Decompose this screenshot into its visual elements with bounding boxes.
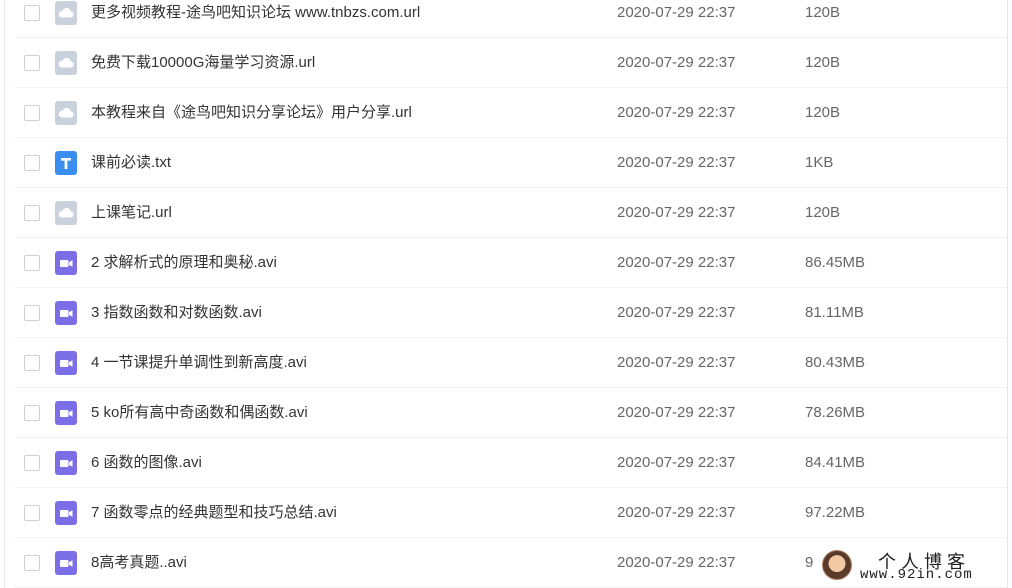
select-checkbox[interactable] (24, 405, 40, 421)
file-size: 120B (805, 54, 841, 71)
modified-date: 2020-07-29 22:37 (617, 404, 736, 421)
modified-date: 2020-07-29 22:37 (617, 154, 736, 171)
select-checkbox[interactable] (24, 455, 40, 471)
modified-date: 2020-07-29 22:37 (617, 354, 736, 371)
select-checkbox[interactable] (24, 305, 40, 321)
select-checkbox[interactable] (24, 555, 40, 571)
file-row[interactable]: 2 求解析式的原理和奥秘.avi 2020-07-29 22:37 86.45MB (5, 238, 1007, 288)
file-list: 更多视频教程-途鸟吧知识论坛 www.tnbzs.com.url 2020-07-… (5, 0, 1007, 588)
file-size: 80.43MB (805, 354, 866, 371)
select-checkbox[interactable] (24, 155, 40, 171)
select-checkbox[interactable] (24, 105, 40, 121)
video-file-icon[interactable] (55, 351, 77, 375)
modified-date: 2020-07-29 22:37 (617, 104, 736, 121)
select-checkbox[interactable] (24, 505, 40, 521)
link-file-icon[interactable] (55, 51, 77, 75)
modified-date: 2020-07-29 22:37 (617, 454, 736, 471)
file-row[interactable]: 上课笔记.url 2020-07-29 22:37 120B (5, 188, 1007, 238)
modified-date: 2020-07-29 22:37 (617, 254, 736, 271)
file-row[interactable]: 免费下载10000G海量学习资源.url 2020-07-29 22:37 120B (5, 38, 1007, 88)
select-checkbox[interactable] (24, 55, 40, 71)
video-file-icon[interactable] (55, 451, 77, 475)
file-size: 81.11MB (805, 304, 864, 321)
video-file-icon[interactable] (55, 301, 77, 325)
modified-date: 2020-07-29 22:37 (617, 304, 736, 321)
file-row[interactable]: 7 函数零点的经典题型和技巧总结.avi 2020-07-29 22:37 97.2… (5, 488, 1007, 538)
file-size: 120B (805, 4, 841, 21)
modified-date: 2020-07-29 22:37 (617, 54, 736, 71)
file-size: 86.45MB (805, 254, 866, 271)
file-name[interactable]: 更多视频教程-途鸟吧知识论坛 www.tnbzs.com.url (91, 3, 420, 23)
file-name[interactable]: 3 指数函数和对数函数.avi (91, 303, 262, 323)
file-row[interactable]: 4 一节课提升单调性到新高度.avi 2020-07-29 22:37 80.43M… (5, 338, 1007, 388)
file-row[interactable]: 6 函数的图像.avi 2020-07-29 22:37 84.41MB (5, 438, 1007, 488)
file-row[interactable]: 课前必读.txt 2020-07-29 22:37 1KB (5, 138, 1007, 188)
file-name[interactable]: 2 求解析式的原理和奥秘.avi (91, 253, 277, 273)
select-checkbox[interactable] (24, 205, 40, 221)
file-name[interactable]: 4 一节课提升单调性到新高度.avi (91, 353, 307, 373)
file-size: 78.26MB (805, 404, 866, 421)
video-file-icon[interactable] (55, 501, 77, 525)
file-name[interactable]: 上课笔记.url (91, 203, 172, 223)
file-size: 84.41MB (805, 454, 866, 471)
modified-date: 2020-07-29 22:37 (617, 204, 736, 221)
file-name[interactable]: 5 ko所有高中奇函数和偶函数.avi (91, 403, 308, 423)
video-file-icon[interactable] (55, 251, 77, 275)
file-row[interactable]: 3 指数函数和对数函数.avi 2020-07-29 22:37 81.11MB (5, 288, 1007, 338)
file-row[interactable]: 本教程来自《途鸟吧知识分享论坛》用户分享.url 2020-07-29 22:37… (5, 88, 1007, 138)
file-size: 1KB (805, 154, 834, 171)
modified-date: 2020-07-29 22:37 (617, 4, 736, 21)
select-checkbox[interactable] (24, 355, 40, 371)
avatar (822, 550, 852, 580)
file-size: 97.22MB (805, 504, 866, 521)
video-file-icon[interactable] (55, 401, 77, 425)
file-row[interactable]: 5 ko所有高中奇函数和偶函数.avi 2020-07-29 22:37 78.26… (5, 388, 1007, 438)
file-name[interactable]: 课前必读.txt (91, 153, 171, 173)
file-size: 120B (805, 204, 841, 221)
select-checkbox[interactable] (24, 255, 40, 271)
list-right-border (1007, 0, 1008, 588)
file-name[interactable]: 8高考真题..avi (91, 553, 187, 573)
modified-date: 2020-07-29 22:37 (617, 504, 736, 521)
file-name[interactable]: 7 函数零点的经典题型和技巧总结.avi (91, 503, 337, 523)
file-name[interactable]: 免费下载10000G海量学习资源.url (91, 53, 315, 73)
select-checkbox[interactable] (24, 5, 40, 21)
watermark-url: www.92in.com (860, 567, 973, 583)
text-file-icon[interactable] (55, 151, 77, 175)
file-row[interactable]: 更多视频教程-途鸟吧知识论坛 www.tnbzs.com.url 2020-07-… (5, 0, 1007, 38)
link-file-icon[interactable] (55, 201, 77, 225)
video-file-icon[interactable] (55, 551, 77, 575)
file-name[interactable]: 本教程来自《途鸟吧知识分享论坛》用户分享.url (91, 103, 412, 123)
file-size: 9 (805, 554, 814, 571)
blog-watermark: 个人博客 www.92in.com (822, 548, 1008, 586)
modified-date: 2020-07-29 22:37 (617, 554, 736, 571)
link-file-icon[interactable] (55, 1, 77, 25)
file-name[interactable]: 6 函数的图像.avi (91, 453, 202, 473)
link-file-icon[interactable] (55, 101, 77, 125)
file-size: 120B (805, 104, 841, 121)
